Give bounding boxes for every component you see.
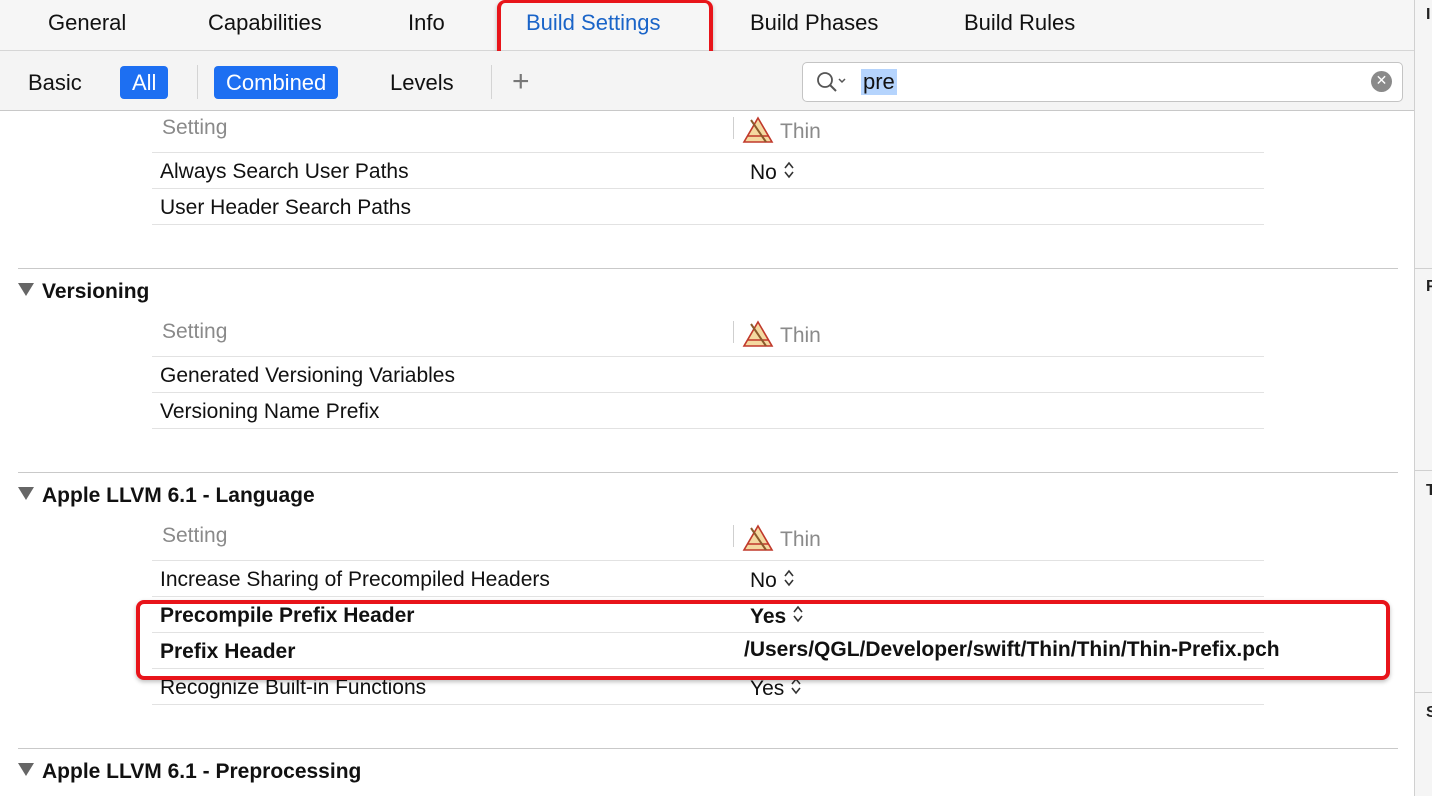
section-title: Apple LLVM 6.1 - Language — [42, 484, 315, 507]
search-input-value[interactable]: pre — [861, 69, 897, 95]
column-header-target: Thin — [742, 320, 821, 348]
disclosure-triangle-icon[interactable] — [18, 283, 34, 296]
search-field[interactable]: pre ✕ — [802, 62, 1403, 102]
filter-separator — [197, 65, 198, 99]
filter-levels-button[interactable]: Levels — [378, 66, 466, 99]
target-name-label: Thin — [780, 324, 821, 347]
row-divider — [152, 704, 1264, 705]
column-header-setting: Setting — [162, 320, 228, 343]
tab-build-rules[interactable]: Build Rules — [964, 10, 1075, 36]
inspector-divider — [1415, 268, 1432, 269]
section-header-llvm-preprocessing[interactable]: Apple LLVM 6.1 - Preprocessing — [18, 760, 361, 784]
tab-general[interactable]: General — [48, 10, 126, 36]
target-name-label: Thin — [780, 120, 821, 143]
column-separator — [733, 321, 734, 343]
column-separator — [733, 525, 734, 547]
section-title: Apple LLVM 6.1 - Preprocessing — [42, 760, 362, 783]
filter-all-button[interactable]: All — [120, 66, 169, 99]
section-divider — [18, 472, 1398, 473]
setting-user-header-search-paths[interactable]: User Header Search Paths — [160, 196, 411, 220]
filter-basic-button[interactable]: Basic — [16, 66, 94, 99]
inspector-label: I — [1426, 6, 1431, 23]
inspector-label: S — [1426, 704, 1432, 721]
section-title: Versioning — [42, 280, 150, 303]
column-header-target: Thin — [742, 116, 821, 144]
search-icon[interactable] — [815, 70, 849, 99]
tab-info[interactable]: Info — [408, 10, 445, 36]
xcode-target-icon — [742, 524, 774, 551]
column-header-setting: Setting — [162, 524, 228, 547]
row-divider — [152, 596, 1264, 597]
section-divider — [18, 268, 1398, 269]
stepper-icon[interactable] — [783, 568, 795, 588]
inspector-label: P — [1426, 278, 1432, 295]
clear-search-icon[interactable]: ✕ — [1371, 71, 1392, 92]
disclosure-triangle-icon[interactable] — [18, 487, 34, 500]
inspector-divider — [1415, 470, 1432, 471]
column-separator — [733, 117, 734, 139]
setting-always-search-user-paths[interactable]: Always Search User Paths — [160, 160, 409, 184]
xcode-target-icon — [742, 320, 774, 347]
setting-versioning-name-prefix[interactable]: Versioning Name Prefix — [160, 400, 379, 424]
row-divider — [152, 392, 1264, 393]
add-setting-button[interactable]: + — [512, 65, 530, 99]
filter-separator — [491, 65, 492, 99]
inspector-divider — [1415, 692, 1432, 693]
setting-generated-versioning-variables[interactable]: Generated Versioning Variables — [160, 364, 455, 388]
row-divider — [152, 224, 1264, 225]
inspector-pane: I P T S — [1414, 0, 1432, 796]
section-header-versioning[interactable]: Versioning — [18, 280, 149, 304]
tab-build-phases[interactable]: Build Phases — [750, 10, 878, 36]
column-header-setting: Setting — [162, 116, 228, 139]
row-divider — [152, 356, 1264, 357]
value-text: No — [750, 569, 777, 592]
section-header-llvm-language[interactable]: Apple LLVM 6.1 - Language — [18, 484, 315, 508]
stepper-icon[interactable] — [783, 160, 795, 180]
disclosure-triangle-icon[interactable] — [18, 763, 34, 776]
row-divider — [152, 428, 1264, 429]
section-divider — [18, 748, 1398, 749]
target-name-label: Thin — [780, 528, 821, 551]
tab-capabilities[interactable]: Capabilities — [208, 10, 322, 36]
row-divider — [152, 560, 1264, 561]
filter-combined-button[interactable]: Combined — [214, 66, 339, 99]
row-divider — [152, 188, 1264, 189]
filter-bar: Basic All Combined Levels + pre ✕ — [0, 51, 1414, 111]
xcode-target-icon — [742, 116, 774, 143]
value-increase-sharing-precompiled-headers[interactable]: No — [750, 568, 795, 593]
inspector-label: T — [1426, 482, 1432, 499]
highlight-box-prefix-settings — [136, 600, 1390, 680]
column-header-target: Thin — [742, 524, 821, 552]
value-text: No — [750, 161, 777, 184]
value-always-search-user-paths[interactable]: No — [750, 160, 795, 185]
value-text: Yes — [750, 677, 785, 700]
setting-increase-sharing-precompiled-headers[interactable]: Increase Sharing of Precompiled Headers — [160, 568, 550, 592]
row-divider — [152, 152, 1264, 153]
